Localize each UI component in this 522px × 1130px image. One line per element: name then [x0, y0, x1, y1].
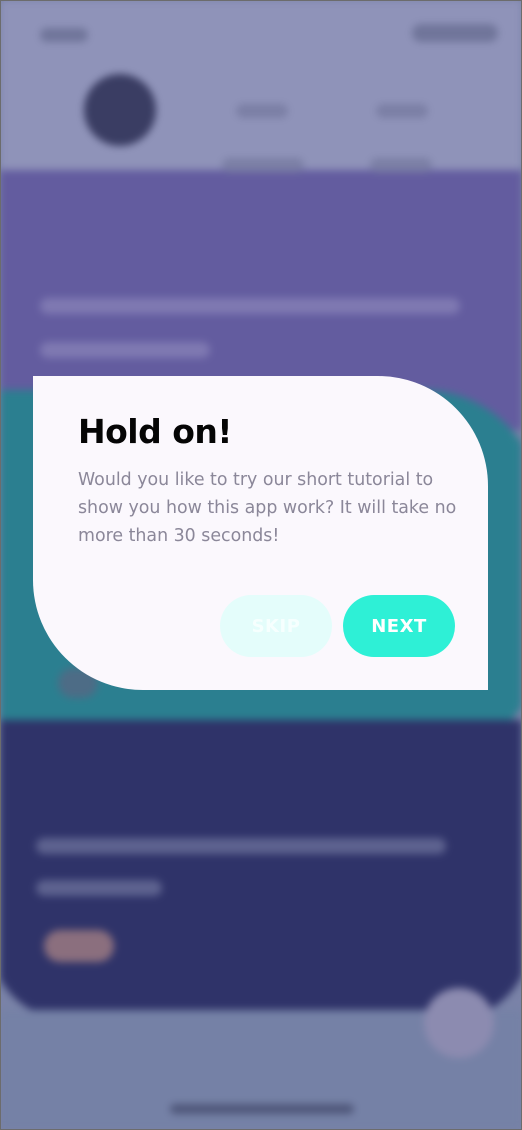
home-indicator — [170, 1104, 354, 1114]
tutorial-dialog: Hold on! Would you like to try our short… — [33, 376, 488, 690]
dialog-message: Would you like to try our short tutorial… — [78, 470, 457, 546]
status-bar-icons — [412, 24, 498, 42]
blurred-text-line — [40, 342, 210, 358]
navy-card — [0, 720, 522, 1020]
blurred-text-line — [40, 298, 460, 314]
blurred-text-line — [36, 838, 446, 854]
status-bar-time — [40, 28, 88, 42]
blurred-tag — [44, 930, 114, 962]
stat-label-2 — [370, 158, 432, 172]
stat-value-1 — [236, 104, 288, 118]
next-button[interactable]: NEXT — [343, 595, 455, 657]
stat-label-1 — [222, 158, 304, 172]
dialog-title: Hold on! — [78, 412, 232, 451]
stat-value-2 — [376, 104, 428, 118]
avatar — [84, 74, 156, 146]
blurred-text-line — [36, 880, 162, 896]
skip-button[interactable]: SKIP — [220, 595, 332, 657]
floating-action-button — [424, 988, 494, 1058]
